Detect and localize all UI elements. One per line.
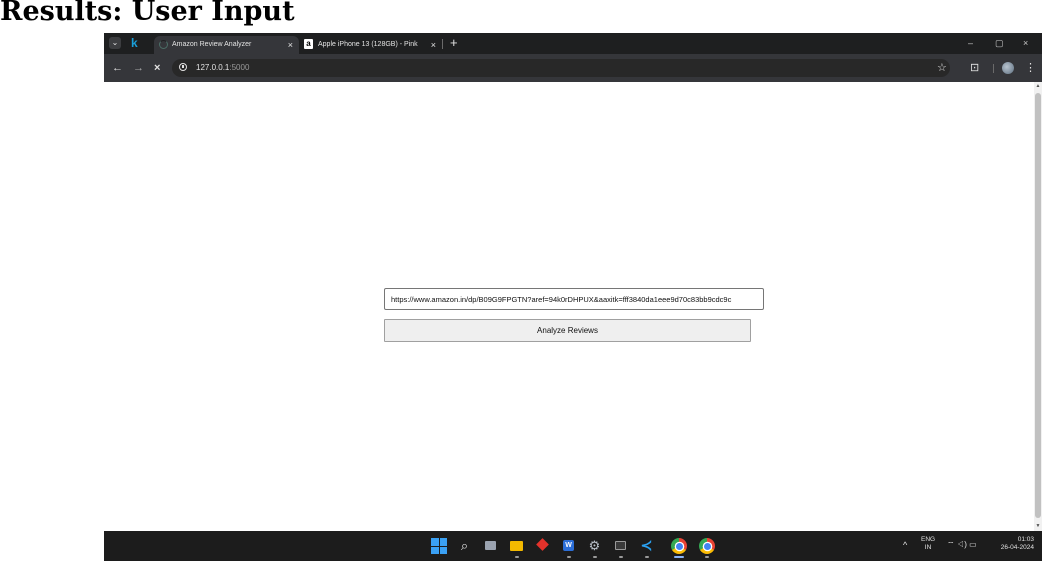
product-url-input[interactable] bbox=[384, 288, 764, 310]
minimize-button[interactable]: – bbox=[968, 35, 973, 51]
network-volume-battery-icons[interactable]: ⌔ ◁) ▭ bbox=[947, 540, 977, 550]
scroll-up-arrow-icon[interactable]: ▲ bbox=[1034, 83, 1042, 89]
browser-screenshot: ⌄ k Amazon Review Analyzer × a Apple iPh… bbox=[104, 33, 1042, 561]
browser-toolbar: ← → × 127.0.0.1:5000 ☆ ⊡ ⋮ bbox=[104, 54, 1042, 82]
page-scrollbar[interactable]: ▲ ▼ bbox=[1034, 82, 1042, 531]
new-tab-button[interactable]: + bbox=[450, 34, 458, 52]
running-indicator bbox=[593, 556, 597, 558]
tab-strip: ⌄ k Amazon Review Analyzer × a Apple iPh… bbox=[104, 33, 1042, 54]
system-clock[interactable]: 01:03 26-04-2024 bbox=[994, 536, 1034, 552]
tab-apple-iphone[interactable]: a Apple iPhone 13 (128GB) - Pink × bbox=[300, 36, 442, 54]
input-language-indicator[interactable]: ENG IN bbox=[921, 536, 935, 552]
running-indicator bbox=[515, 556, 519, 558]
language-label: ENG bbox=[921, 536, 936, 543]
address-bar[interactable]: 127.0.0.1:5000 bbox=[172, 59, 950, 77]
amazon-favicon-icon: a bbox=[304, 39, 313, 49]
tab-search-button[interactable]: ⌄ bbox=[109, 37, 121, 49]
close-window-button[interactable]: × bbox=[1023, 35, 1028, 51]
settings-gear-icon[interactable]: ⚙ bbox=[586, 537, 603, 554]
slide-title: Results: User Input bbox=[0, 0, 295, 27]
restore-button[interactable]: ▢ bbox=[995, 35, 1004, 51]
tab-divider bbox=[442, 39, 443, 49]
clock-date: 26-04-2024 bbox=[1000, 544, 1034, 551]
analyze-reviews-button[interactable]: Analyze Reviews bbox=[384, 319, 751, 342]
profile-badge[interactable]: k bbox=[131, 35, 138, 51]
show-hidden-icons-chevron-icon[interactable]: ^ bbox=[903, 540, 907, 550]
chrome-app-icon[interactable] bbox=[671, 538, 687, 554]
profile-avatar[interactable] bbox=[1002, 62, 1014, 74]
running-indicator bbox=[619, 556, 623, 558]
active-indicator bbox=[674, 556, 684, 558]
start-menu-icon[interactable] bbox=[430, 537, 447, 554]
clock-time: 01:03 bbox=[1017, 536, 1034, 543]
page-content: Analyze Reviews bbox=[104, 82, 1034, 531]
bookmark-star-icon[interactable]: ☆ bbox=[937, 61, 947, 75]
running-indicator bbox=[567, 556, 571, 558]
chrome-profile-app-icon[interactable] bbox=[699, 538, 715, 554]
close-tab-button[interactable]: × bbox=[288, 36, 293, 54]
loading-spinner-icon bbox=[159, 40, 168, 49]
address-host: 127.0.0.1 bbox=[196, 63, 230, 72]
word-app-icon[interactable]: W bbox=[560, 537, 577, 554]
tab-title: Amazon Review Analyzer bbox=[172, 41, 252, 48]
tab-title: Apple iPhone 13 (128GB) - Pink bbox=[318, 41, 418, 48]
extensions-icon[interactable]: ⊡ bbox=[970, 61, 979, 75]
vscode-app-icon[interactable]: ≺ bbox=[638, 537, 655, 554]
address-text: 127.0.0.1:5000 bbox=[196, 62, 249, 74]
app-diamond-icon[interactable] bbox=[534, 537, 551, 554]
tab-amazon-review-analyzer[interactable]: Amazon Review Analyzer × bbox=[154, 36, 299, 54]
toolbar-divider bbox=[993, 64, 994, 73]
windows-taskbar: ⌕ W ⚙ ≺ ^ ENG IN ⌔ ◁) ▭ 01:03 26-04-2024 bbox=[104, 531, 1042, 561]
file-explorer-icon[interactable] bbox=[508, 537, 525, 554]
word-letter: W bbox=[563, 540, 574, 551]
search-icon[interactable]: ⌕ bbox=[456, 537, 473, 554]
scroll-down-arrow-icon[interactable]: ▼ bbox=[1034, 523, 1042, 529]
close-tab-button[interactable]: × bbox=[431, 36, 436, 54]
terminal-app-icon[interactable] bbox=[612, 537, 629, 554]
browser-menu-icon[interactable]: ⋮ bbox=[1025, 61, 1036, 75]
gallery-app-icon[interactable] bbox=[482, 537, 499, 554]
stop-loading-button[interactable]: × bbox=[154, 61, 160, 75]
back-button[interactable]: ← bbox=[112, 61, 123, 75]
running-indicator bbox=[645, 556, 649, 558]
scrollbar-thumb[interactable] bbox=[1035, 93, 1041, 518]
forward-button[interactable]: → bbox=[133, 61, 144, 75]
address-port: :5000 bbox=[229, 63, 250, 72]
site-info-icon[interactable] bbox=[179, 63, 187, 71]
region-label: IN bbox=[924, 544, 932, 551]
running-indicator bbox=[705, 556, 709, 558]
